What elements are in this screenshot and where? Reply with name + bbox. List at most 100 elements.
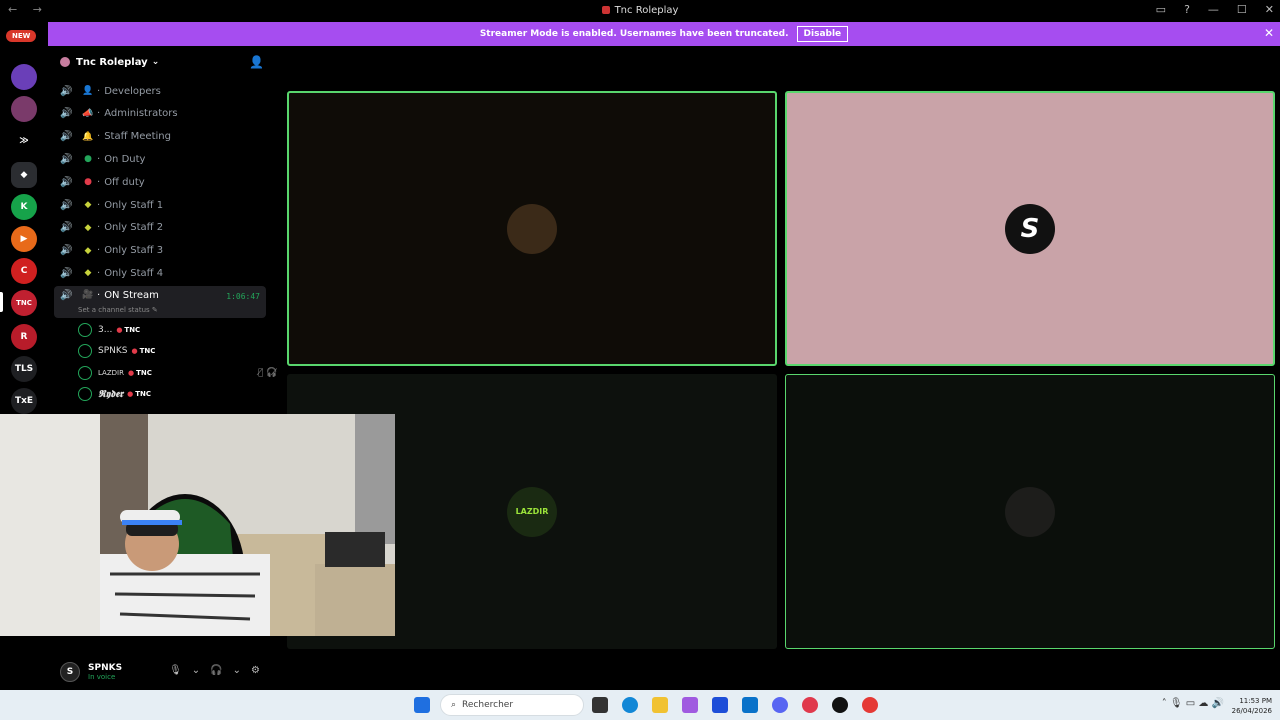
settings-gear-icon[interactable]: ⚙ <box>251 665 260 676</box>
speaker-icon: 🔊 <box>60 290 73 301</box>
clock-time: 11:53 PM <box>1239 697 1272 705</box>
window-title-text: Tnc Roleplay <box>614 5 679 16</box>
voice-channel[interactable]: 🔊 ◆ · Only Staff 2 <box>54 217 266 239</box>
voice-status: In voice <box>88 673 116 681</box>
server-icon-2[interactable] <box>11 96 37 122</box>
voice-channel[interactable]: 🔊 ● · Off duty <box>54 171 266 193</box>
screen-share-icon[interactable]: ▭ <box>1156 3 1166 16</box>
audio-options-chevron-icon[interactable]: ⌄ <box>233 665 241 676</box>
call-timer: 1:06:47 <box>226 292 260 301</box>
channel-emoji: ● <box>84 177 92 188</box>
voice-channel-on-stream[interactable]: 🔊 🎥 · ON Stream 1:06:47 Set a channel st… <box>54 286 266 318</box>
server-icon-6[interactable]: ▶ <box>11 226 37 252</box>
participant-tile[interactable]: S <box>785 91 1275 366</box>
channel-name: Off duty <box>104 176 145 188</box>
system-tray[interactable]: ˄ 🎙 ▭ ☁ 🔊 <box>1162 698 1224 709</box>
voice-channel[interactable]: 🔊 ● · On Duty <box>54 148 266 170</box>
server-icon-5[interactable]: K <box>11 194 37 220</box>
voice-channel[interactable]: 🔊 ◆ · Only Staff 4 <box>54 262 266 284</box>
disable-streamer-mode-button[interactable]: Disable <box>796 26 849 42</box>
windows-start-icon[interactable] <box>414 697 430 713</box>
chrome-icon[interactable] <box>862 697 878 713</box>
taskbar-search[interactable]: ⌕ Rechercher <box>440 694 584 716</box>
server-tag: TNC <box>128 369 152 377</box>
separator-dot: · <box>97 176 101 188</box>
server-icon-tls[interactable]: TLS <box>11 356 37 382</box>
member-name: SPNKS <box>98 346 128 356</box>
new-badge: NEW <box>6 30 37 42</box>
microphone-icon[interactable]: 🎙 <box>169 665 182 676</box>
server-tag: TNC <box>132 347 156 355</box>
store-icon[interactable] <box>712 697 728 713</box>
voice-member[interactable]: 3...TNC <box>78 320 140 340</box>
webcam-scene-image <box>0 414 395 636</box>
file-explorer-icon[interactable] <box>652 697 668 713</box>
task-view-icon[interactable] <box>592 697 608 713</box>
user-name: SPNKS <box>88 663 123 673</box>
obs-icon[interactable] <box>832 697 848 713</box>
voice-member[interactable]: SPNKS TNC <box>78 341 155 361</box>
edge-icon[interactable] <box>622 697 638 713</box>
separator-dot: · <box>97 85 101 97</box>
window-title: Tnc Roleplay <box>0 5 1280 16</box>
separator-dot: · <box>97 199 101 211</box>
channel-name: Administrators <box>104 108 178 120</box>
server-icon-9[interactable]: R <box>11 324 37 350</box>
add-member-icon[interactable]: 👤 <box>249 55 264 69</box>
speaker-icon: 🔊 <box>60 176 73 188</box>
voice-channel[interactable]: 🔊 ◆ · Only Staff 3 <box>54 240 266 262</box>
speaker-icon: 🔊 <box>60 222 73 234</box>
server-header[interactable]: Tnc Roleplay ⌄ 👤 <box>48 46 274 78</box>
server-tag: TNC <box>116 326 140 334</box>
separator-dot: · <box>97 267 101 279</box>
voice-member[interactable]: LAZDIR TNC 🎙̸ 🎧̸ <box>78 363 277 383</box>
participant-avatar <box>507 203 557 254</box>
participant-tile[interactable] <box>287 91 777 366</box>
speaker-icon: 🔊 <box>60 153 73 165</box>
server-name: Tnc Roleplay <box>76 56 148 68</box>
app-icon <box>601 6 610 14</box>
channel-emoji: ◆ <box>84 245 92 256</box>
voice-member[interactable]: 𝕽𝖞𝖉𝖊𝖗TNC <box>78 384 151 404</box>
server-icon-7[interactable]: C <box>11 258 37 284</box>
active-server-pill <box>0 292 3 312</box>
separator-dot: · <box>97 131 101 143</box>
voice-channel[interactable]: 🔊 ◆ · Only Staff 1 <box>54 194 266 216</box>
member-name: 𝕽𝖞𝖉𝖊𝖗 <box>98 388 124 400</box>
participant-avatar <box>1005 486 1055 537</box>
voice-channel[interactable]: 🔊 🔔 · Staff Meeting <box>54 126 266 148</box>
help-icon[interactable]: ? <box>1184 3 1190 16</box>
server-avatar-icon <box>60 57 70 67</box>
server-icon-4[interactable]: ◆ <box>11 162 37 188</box>
server-icon-3[interactable]: ≫ <box>11 128 37 154</box>
user-panel: S SPNKS In voice 🎙 ⌄ 🎧 ⌄ ⚙ <box>48 654 274 690</box>
server-icon-txe[interactable]: TxE <box>11 388 37 414</box>
close-button[interactable]: ✕ <box>1265 3 1274 16</box>
avatar[interactable]: S <box>60 662 80 682</box>
clock-date: 26/04/2026 <box>1231 707 1272 715</box>
webcam-overlay <box>0 414 395 636</box>
voice-channel[interactable]: 🔊 📣 · Administrators <box>54 103 266 125</box>
headphones-icon[interactable]: 🎧 <box>210 665 222 676</box>
opera-gx-icon[interactable] <box>802 697 818 713</box>
server-icon-1[interactable] <box>11 64 37 90</box>
taskbar-clock[interactable]: 11:53 PM 26/04/2026 <box>1232 696 1272 716</box>
outlook-icon[interactable] <box>742 697 758 713</box>
discord-icon[interactable] <box>772 697 788 713</box>
server-icon-tnc[interactable]: TNC <box>11 290 37 316</box>
maximize-button[interactable]: ☐ <box>1237 3 1247 16</box>
channel-name: Staff Meeting <box>104 131 171 143</box>
server-tag: TNC <box>127 390 151 398</box>
minimize-button[interactable]: — <box>1208 3 1219 16</box>
copilot-icon[interactable] <box>682 697 698 713</box>
set-channel-status[interactable]: Set a channel status ✎ <box>78 306 158 314</box>
member-avatar <box>78 387 92 401</box>
channel-emoji: 🎥 <box>82 290 94 300</box>
speaker-icon: 🔊 <box>60 267 73 279</box>
channel-name: Only Staff 3 <box>104 245 164 257</box>
voice-channel[interactable]: 🔊 👤 · Developers <box>54 80 266 102</box>
mic-options-chevron-icon[interactable]: ⌄ <box>192 665 200 676</box>
window-titlebar: ← → Tnc Roleplay ▭ ? — ☐ ✕ <box>0 0 1280 22</box>
participant-tile[interactable] <box>785 374 1275 649</box>
banner-close-icon[interactable]: ✕ <box>1264 26 1274 40</box>
